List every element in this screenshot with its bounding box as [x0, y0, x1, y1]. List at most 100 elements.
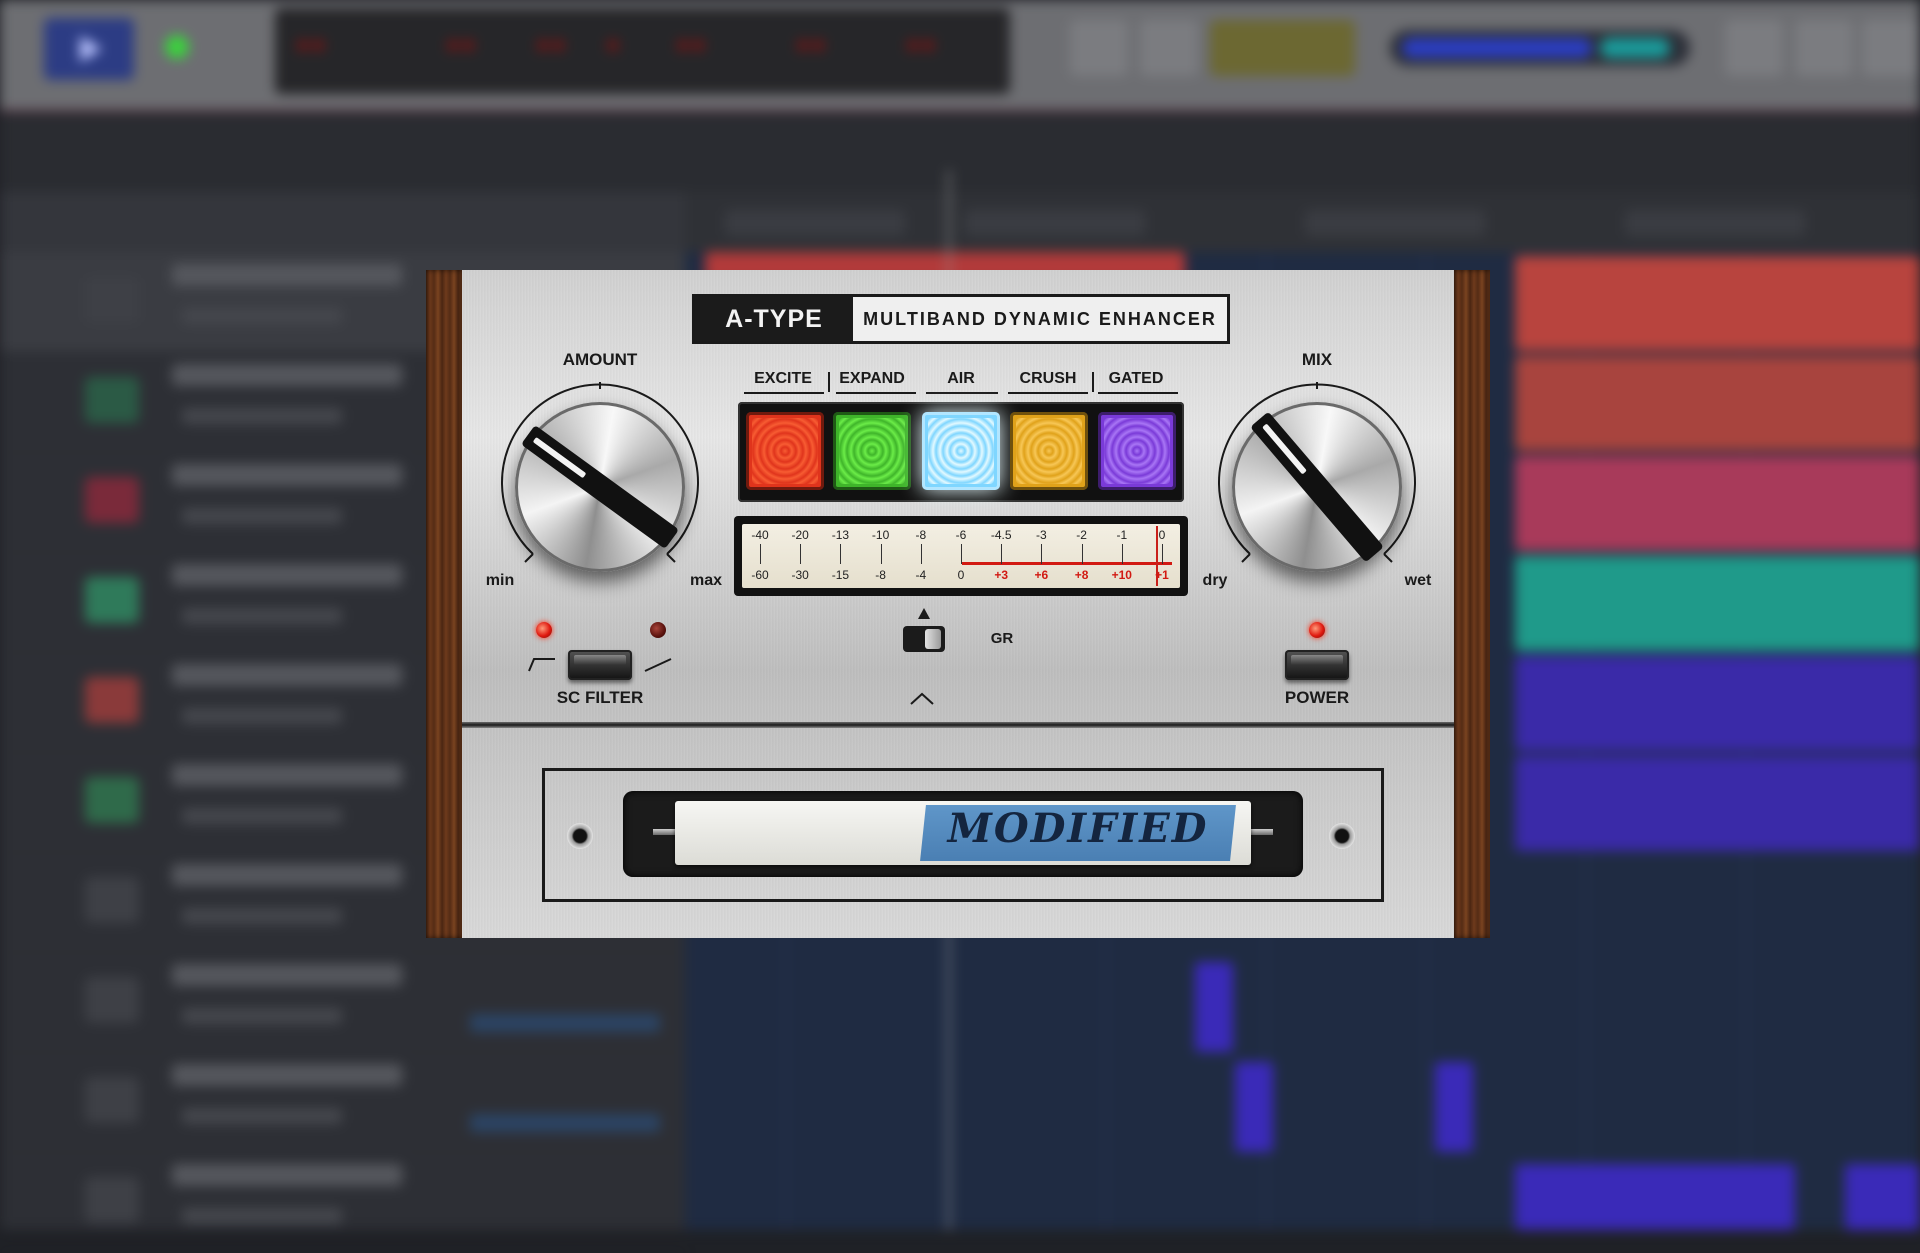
sc-filter-label: SC FILTER [556, 688, 644, 707]
sc-filter-led-left [536, 622, 552, 638]
power-toggle[interactable] [1285, 650, 1349, 680]
amount-max-label: max [689, 572, 723, 589]
mix-label: MIX [1301, 350, 1333, 369]
arrangement-header [0, 192, 685, 252]
plugin-subtitle: MULTIBAND DYNAMIC ENHANCER [863, 309, 1217, 329]
meter-bottom-scale-label: +3 [994, 568, 1009, 582]
power-label: POWER [1284, 688, 1350, 707]
meter-bottom-scale-label: -60 [751, 568, 769, 582]
plugin-title-plate: A-TYPE MULTIBAND DYNAMIC ENHANCER [692, 294, 1230, 344]
toolbar-toggle[interactable] [1210, 20, 1355, 76]
meter-mode-indicator-arrow [918, 608, 930, 619]
meter-bottom-scale-label: 0 [957, 568, 965, 582]
expand-underline [836, 392, 916, 394]
preset-tape: MODIFIED [920, 805, 1236, 861]
meter-tick [1121, 544, 1123, 564]
meter-top-scale-label: -20 [791, 528, 809, 542]
meter-top-scale-label: -1 [1116, 528, 1128, 542]
meter-tick [840, 544, 842, 564]
gated-underline [1098, 392, 1178, 394]
meter-bottom-scale-label: +1 [1155, 568, 1169, 582]
mix-knob-pointer [1250, 412, 1384, 563]
crush-underline [1008, 392, 1088, 394]
meter-tick [961, 544, 962, 564]
crush-mode-button[interactable] [1010, 412, 1088, 490]
mode-separator [828, 372, 830, 392]
toolbar-button[interactable] [1862, 20, 1920, 76]
mode-label-excite: EXCITE [754, 370, 812, 387]
meter-bottom-scale-label: -4 [915, 568, 927, 582]
preset-name: MODIFIED [947, 805, 1209, 852]
expand-mode-button[interactable] [833, 412, 911, 490]
meter-tick [880, 544, 882, 564]
screw-icon [1329, 823, 1355, 849]
mode-separator [1092, 372, 1094, 392]
preset-label-strip[interactable]: MODIFIED [675, 801, 1251, 865]
meter-top-scale-label: -2 [1076, 528, 1087, 542]
power-led [1309, 622, 1325, 638]
sections-bar [685, 192, 1920, 252]
meter-tick [1081, 544, 1083, 564]
wood-side-panel-left [426, 270, 462, 938]
mix-knob-assembly [1212, 382, 1422, 592]
meter-bottom-scale-label: -8 [875, 568, 886, 582]
a-type-plugin-window: A-TYPE MULTIBAND DYNAMIC ENHANCER AMOUNT… [426, 270, 1490, 938]
sc-filter-led-right [650, 622, 666, 638]
meter-top-scale-label: -10 [871, 528, 890, 542]
meter-bottom-scale-label: +10 [1111, 568, 1132, 582]
toolbar-button[interactable] [1795, 20, 1853, 76]
preset-frame: MODIFIED [542, 768, 1384, 902]
highpass-curve-icon [528, 658, 555, 672]
toolbar-button[interactable] [1725, 20, 1783, 76]
meter-top-scale-label: -4.5 [990, 528, 1012, 542]
gated-mode-button[interactable] [1098, 412, 1176, 490]
panel-divider [462, 722, 1454, 728]
toolbar-button[interactable] [1070, 20, 1128, 76]
play-button[interactable] [44, 18, 134, 80]
slope-curve-icon [644, 658, 672, 672]
meter-tick [920, 544, 922, 564]
chevron-up-icon[interactable] [909, 684, 935, 710]
sc-filter-toggle[interactable] [568, 650, 632, 680]
mix-dry-label: dry [1202, 572, 1228, 589]
meter-top-scale-label: -13 [831, 528, 850, 542]
air-underline [926, 392, 998, 394]
toolbar-button[interactable] [1140, 20, 1198, 76]
meter-bottom-scale-label: -15 [831, 568, 850, 582]
meter-gr-label: GR [990, 630, 1014, 647]
brand-logo: A-TYPE [695, 297, 853, 341]
mode-label-air: AIR [947, 370, 975, 387]
meter-in-gr-switch[interactable] [903, 626, 945, 652]
screw-icon [567, 823, 593, 849]
meter-tick [760, 544, 761, 564]
timeline-ruler[interactable] [0, 112, 1920, 192]
meter-red-zone [962, 562, 1172, 565]
mode-button-bank [738, 402, 1184, 502]
air-mode-button[interactable] [922, 412, 1000, 490]
meter-bottom-scale-label: +8 [1074, 568, 1089, 582]
master-volume-slider[interactable] [1390, 30, 1690, 66]
meter-bottom-scale-label: +6 [1034, 568, 1049, 582]
amount-knob-assembly [495, 382, 705, 592]
meter-bottom-scale-label: -30 [791, 568, 809, 582]
mix-knob[interactable] [1232, 402, 1402, 572]
excite-mode-button[interactable] [746, 412, 824, 490]
meter-tick [800, 544, 802, 564]
lcd-display: ▪▪ ▪▪ ▪▪ ▪ ▪▪ ▪▪ ▪▪ [275, 8, 1010, 94]
meter-top-scale-label: -40 [751, 528, 769, 542]
amount-knob-pointer [521, 425, 679, 549]
record-indicator [165, 35, 189, 59]
vu-meter: -40 -60 -20 -30 -13 -15 -10 -8 -8 -4 -6 0 -4.5 +3 -3 +6… [734, 516, 1188, 596]
amount-min-label: min [485, 572, 515, 589]
mode-label-crush: CRUSH [1019, 370, 1077, 387]
preset-tray: MODIFIED [623, 791, 1303, 877]
vu-meter-scale: -40 -60 -20 -30 -13 -15 -10 -8 -8 -4 -6 0 -4.5 +3 -3 +6… [742, 524, 1180, 588]
excite-underline [744, 392, 824, 394]
meter-top-scale-label: -3 [1036, 528, 1047, 542]
amount-knob[interactable] [515, 402, 685, 572]
mix-wet-label: wet [1404, 572, 1432, 589]
wood-side-panel-right [1454, 270, 1490, 938]
meter-tick [1162, 544, 1163, 564]
meter-top-scale-label: -8 [915, 528, 927, 542]
mode-label-expand: EXPAND [839, 370, 905, 387]
